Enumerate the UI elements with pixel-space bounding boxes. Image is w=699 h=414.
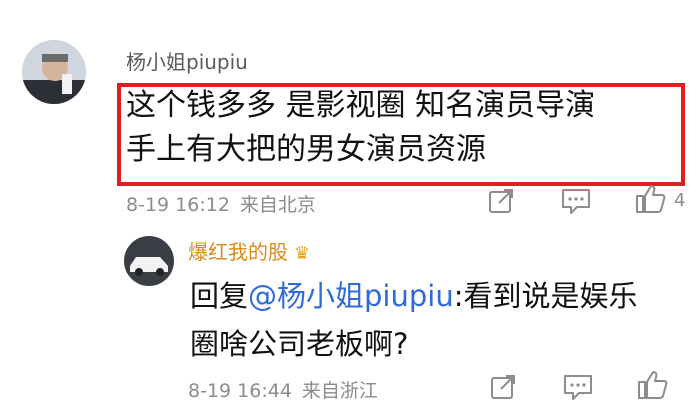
crown-badge-icon: ♛ (294, 243, 311, 264)
comment-2-line-1: 回复@杨小姐piupiu:看到说是娱乐 (190, 272, 638, 320)
share-icon[interactable] (488, 372, 518, 402)
reply-prefix: 回复 (190, 279, 249, 313)
comment-icon[interactable] (560, 186, 592, 216)
user-photo-icon (22, 40, 86, 104)
comment-1-date: 8-19 16:12 (126, 194, 230, 216)
comment-2-location: 来自浙江 (301, 380, 378, 402)
red-highlight-box (117, 83, 685, 186)
comment-2-line-2: 圈啥公司老板啊? (190, 327, 409, 361)
avatar-comment-1[interactable] (22, 40, 86, 104)
comment-2-body: 回复@杨小姐piupiu:看到说是娱乐 圈啥公司老板啊? (190, 272, 638, 368)
thumbs-up-icon[interactable] (634, 182, 668, 216)
share-icon[interactable] (486, 186, 516, 216)
comment-1-meta: 8-19 16:12 来自北京 (126, 190, 316, 217)
comment-1-location: 来自北京 (239, 194, 316, 216)
comment-1-like-count: 4 (674, 190, 686, 211)
car-photo-icon (124, 236, 174, 286)
comment-2-username[interactable]: 爆红我的股 ♛ (188, 236, 310, 265)
comment-1-username[interactable]: 杨小姐piupiu (126, 46, 248, 75)
comment-icon[interactable] (562, 372, 594, 402)
comment-2-date: 8-19 16:44 (188, 380, 292, 402)
thumbs-up-icon[interactable] (636, 368, 670, 402)
comment-2-username-text: 爆红我的股 (188, 240, 288, 264)
reply-text: :看到说是娱乐 (453, 279, 638, 313)
mention-link[interactable]: @杨小姐piupiu (248, 279, 454, 313)
comment-2-meta: 8-19 16:44 来自浙江 (188, 376, 378, 403)
avatar-comment-2[interactable] (124, 236, 174, 286)
